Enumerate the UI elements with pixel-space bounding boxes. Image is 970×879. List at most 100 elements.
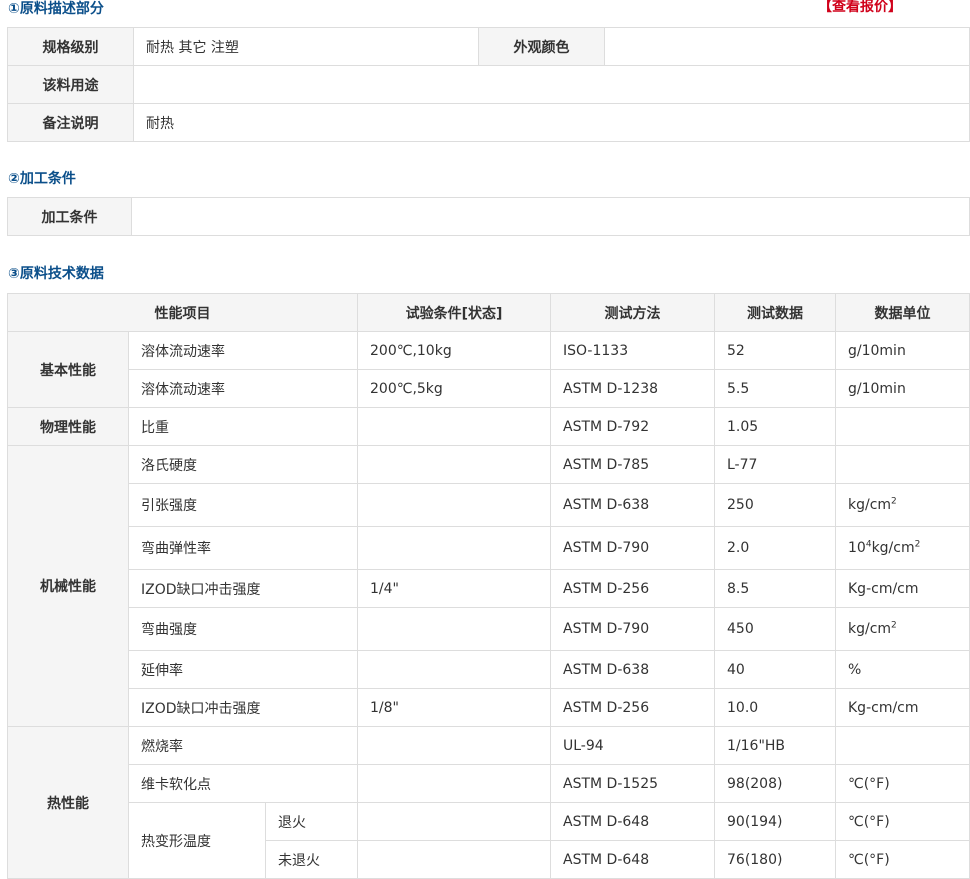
table-row: 加工条件 bbox=[7, 197, 970, 236]
usage-label: 该料用途 bbox=[7, 65, 134, 104]
sub-item-cell: 未退火 bbox=[265, 840, 358, 879]
unit-text: kg/cm bbox=[848, 621, 892, 637]
table-row: IZOD缺口冲击强度 1/8" ASTM D-256 10.0 Kg-cm/cm bbox=[8, 688, 970, 727]
item-cell: 比重 bbox=[128, 407, 358, 446]
processing-label: 加工条件 bbox=[7, 197, 132, 236]
unit-superscript: 2 bbox=[891, 496, 897, 507]
item-cell: IZOD缺口冲击强度 bbox=[128, 688, 358, 727]
method-cell: ASTM D-785 bbox=[550, 445, 715, 484]
item-cell: 溶体流动速率 bbox=[128, 369, 358, 408]
processing-value bbox=[131, 197, 970, 236]
condition-cell: 1/8" bbox=[357, 688, 551, 727]
value-cell: 10.0 bbox=[714, 688, 836, 727]
unit-cell bbox=[835, 726, 970, 765]
item-cell: 溶体流动速率 bbox=[128, 331, 358, 370]
table-row: 弯曲弹性率 ASTM D-790 2.0 104kg/cm2 bbox=[8, 526, 970, 570]
condition-cell bbox=[357, 726, 551, 765]
unit-cell: % bbox=[835, 650, 970, 689]
unit-cell: Kg-cm/cm bbox=[835, 688, 970, 727]
unit-text: kg/cm bbox=[871, 540, 915, 556]
value-cell: 5.5 bbox=[714, 369, 836, 408]
value-cell: 40 bbox=[714, 650, 836, 689]
unit-cell: g/10min bbox=[835, 331, 970, 370]
item-cell: 维卡软化点 bbox=[128, 764, 358, 803]
section-title-technical-data: ③原料技术数据 bbox=[8, 266, 104, 282]
table-row: 引张强度 ASTM D-638 250 kg/cm2 bbox=[8, 483, 970, 527]
unit-cell: ℃(°F) bbox=[835, 802, 970, 841]
method-cell: ASTM D-1238 bbox=[550, 369, 715, 408]
condition-cell bbox=[357, 526, 551, 570]
category-thermal: 热性能 bbox=[7, 726, 129, 879]
method-cell: ASTM D-256 bbox=[550, 569, 715, 608]
header-property: 性能项目 bbox=[7, 293, 358, 332]
table-row: 溶体流动速率 200℃,5kg ASTM D-1238 5.5 g/10min bbox=[8, 369, 970, 408]
notes-label: 备注说明 bbox=[7, 103, 134, 142]
header-condition: 试验条件[状态] bbox=[357, 293, 551, 332]
condition-cell bbox=[357, 802, 551, 841]
section-title-description: ①原料描述部分 bbox=[8, 1, 104, 17]
header-method: 测试方法 bbox=[550, 293, 715, 332]
table-row: 机械性能 洛氏硬度 ASTM D-785 L-77 bbox=[7, 445, 970, 727]
value-cell: L-77 bbox=[714, 445, 836, 484]
method-cell: ISO-1133 bbox=[550, 331, 715, 370]
method-cell: ASTM D-1525 bbox=[550, 764, 715, 803]
item-cell: 弯曲强度 bbox=[128, 607, 358, 651]
method-cell: ASTM D-790 bbox=[550, 526, 715, 570]
table-row: IZOD缺口冲击强度 1/4" ASTM D-256 8.5 Kg-cm/cm bbox=[8, 569, 970, 608]
condition-cell bbox=[357, 483, 551, 527]
unit-text: kg/cm bbox=[848, 497, 892, 513]
table-row: 物理性能 比重 ASTM D-792 1.05 bbox=[7, 407, 970, 446]
technical-data-table: 性能项目 试验条件[状态] 测试方法 测试数据 数据单位 基本性能 溶体流动速率… bbox=[7, 293, 970, 879]
category-basic: 基本性能 bbox=[7, 331, 129, 408]
unit-prefix: 10 bbox=[848, 540, 866, 556]
color-value bbox=[604, 27, 970, 66]
value-cell: 250 bbox=[714, 483, 836, 527]
condition-cell bbox=[357, 840, 551, 879]
value-cell: 98(208) bbox=[714, 764, 836, 803]
table-row: 规格级别 耐热 其它 注塑 外观颜色 bbox=[7, 27, 970, 66]
category-mechanical: 机械性能 bbox=[7, 445, 129, 727]
item-cell: 洛氏硬度 bbox=[128, 445, 358, 484]
view-quote-link[interactable]: 【查看报价】 bbox=[818, 0, 902, 16]
table-row: 备注说明 耐热 bbox=[7, 103, 970, 142]
value-cell: 1.05 bbox=[714, 407, 836, 446]
method-cell: ASTM D-638 bbox=[550, 650, 715, 689]
condition-cell bbox=[357, 764, 551, 803]
method-cell: ASTM D-790 bbox=[550, 607, 715, 651]
method-cell: ASTM D-256 bbox=[550, 688, 715, 727]
unit-cell: g/10min bbox=[835, 369, 970, 408]
value-cell: 1/16"HB bbox=[714, 726, 836, 765]
header-value: 测试数据 bbox=[714, 293, 836, 332]
spec-value: 耐热 其它 注塑 bbox=[133, 27, 479, 66]
value-cell: 76(180) bbox=[714, 840, 836, 879]
condition-cell: 1/4" bbox=[357, 569, 551, 608]
value-cell: 90(194) bbox=[714, 802, 836, 841]
unit-cell: kg/cm2 bbox=[835, 483, 970, 527]
processing-table: 加工条件 bbox=[7, 197, 970, 236]
method-cell: UL-94 bbox=[550, 726, 715, 765]
item-cell: 热变形温度 bbox=[128, 802, 266, 879]
sub-item-cell: 退火 bbox=[265, 802, 358, 841]
method-cell: ASTM D-638 bbox=[550, 483, 715, 527]
item-cell: 燃烧率 bbox=[128, 726, 358, 765]
item-cell: 弯曲弹性率 bbox=[128, 526, 358, 570]
value-cell: 450 bbox=[714, 607, 836, 651]
spec-label: 规格级别 bbox=[7, 27, 134, 66]
unit-cell: kg/cm2 bbox=[835, 607, 970, 651]
notes-value: 耐热 bbox=[133, 103, 970, 142]
condition-cell bbox=[357, 407, 551, 446]
unit-cell bbox=[835, 407, 970, 446]
unit-cell: ℃(°F) bbox=[835, 840, 970, 879]
description-table: 规格级别 耐热 其它 注塑 外观颜色 该料用途 备注说明 耐热 bbox=[7, 27, 970, 142]
condition-cell bbox=[357, 650, 551, 689]
condition-cell: 200℃,5kg bbox=[357, 369, 551, 408]
table-row: 延伸率 ASTM D-638 40 % bbox=[8, 650, 970, 689]
value-cell: 8.5 bbox=[714, 569, 836, 608]
color-label: 外观颜色 bbox=[478, 27, 605, 66]
value-cell: 2.0 bbox=[714, 526, 836, 570]
method-cell: ASTM D-648 bbox=[550, 802, 715, 841]
unit-cell: 104kg/cm2 bbox=[835, 526, 970, 570]
table-row: 热性能 燃烧率 UL-94 1/16"HB bbox=[7, 726, 970, 879]
value-cell: 52 bbox=[714, 331, 836, 370]
unit-cell bbox=[835, 445, 970, 484]
